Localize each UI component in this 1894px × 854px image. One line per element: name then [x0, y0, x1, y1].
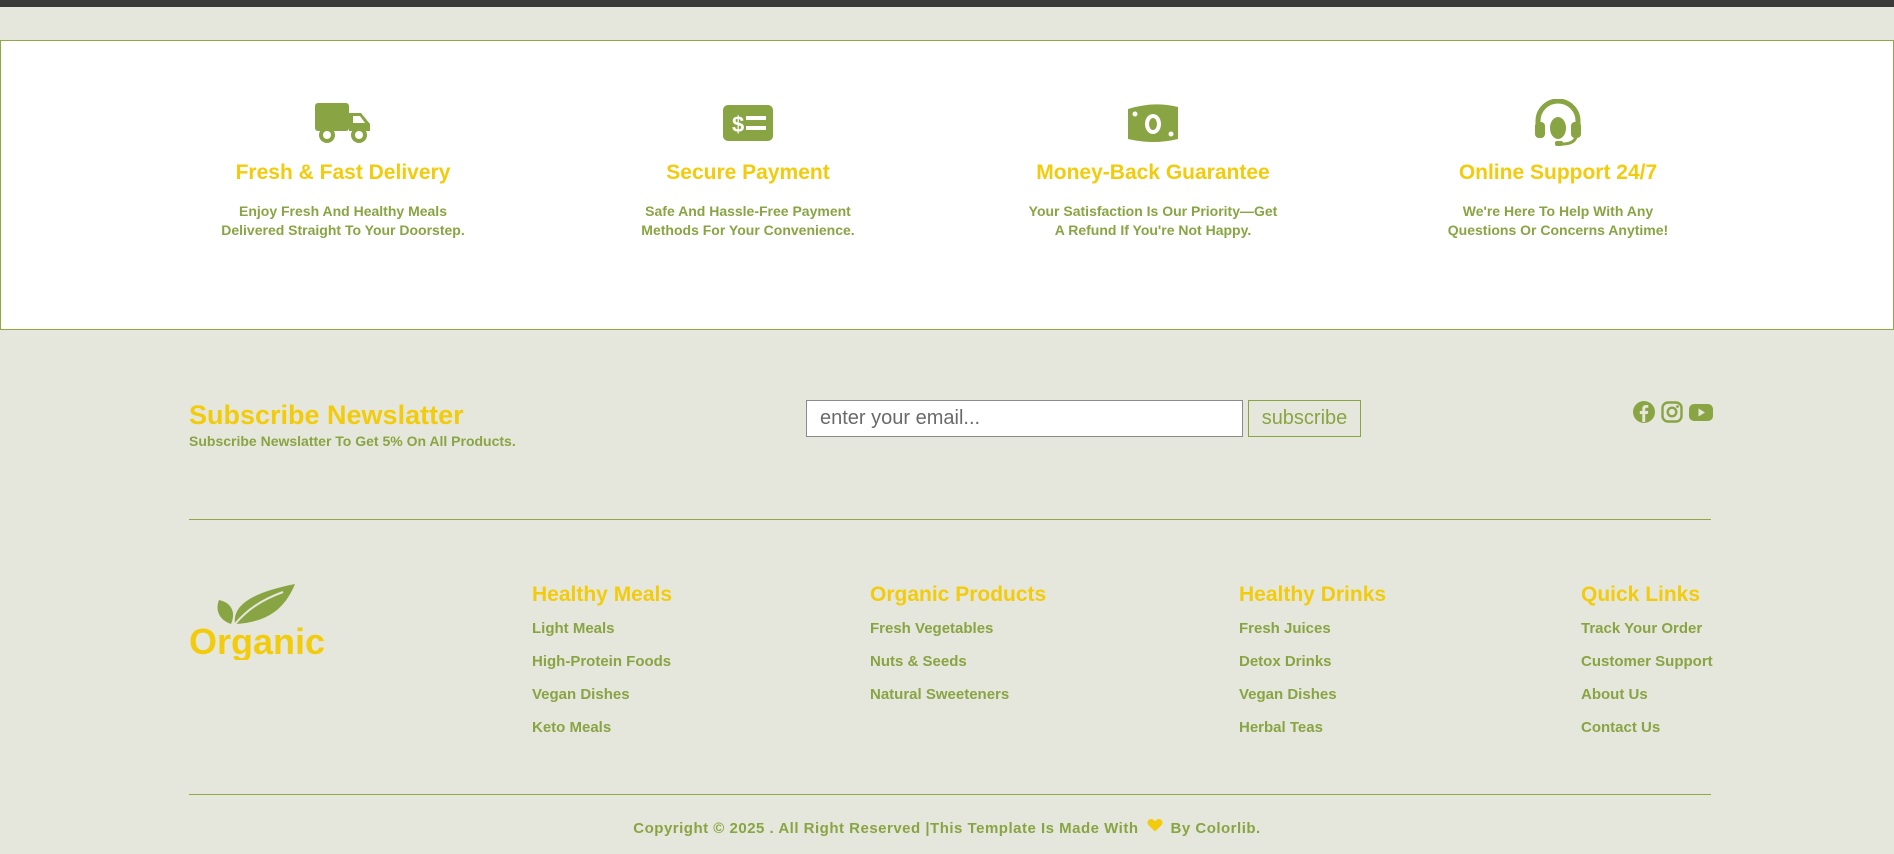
- social-links: [1632, 400, 1714, 424]
- feature-text: We're Here To Help With Any Questions Or …: [1447, 203, 1669, 238]
- feature-text: Your Satisfaction Is Our Priority—Get A R…: [1028, 203, 1278, 238]
- feature-support: Online Support 24/7 We're Here To Help W…: [1378, 99, 1738, 240]
- feature-payment: $ Secure Payment Safe And Hassle-Free Pa…: [568, 99, 928, 240]
- footer-link[interactable]: Nuts & Seeds: [870, 652, 1046, 685]
- footer-link[interactable]: Fresh Juices: [1239, 619, 1386, 652]
- copyright-credit: By Colorlib.: [1170, 820, 1261, 837]
- feature-text: Enjoy Fresh And Healthy Meals Delivered S…: [221, 203, 465, 238]
- footer-link[interactable]: Track Your Order: [1581, 619, 1713, 652]
- footer-link[interactable]: About Us: [1581, 685, 1713, 718]
- instagram-icon[interactable]: [1660, 400, 1684, 424]
- payment-card-icon: $: [723, 105, 773, 141]
- footer-column-quick-links: Quick Links Track Your Order Customer Su…: [1581, 583, 1713, 751]
- footer-link[interactable]: Natural Sweeteners: [870, 685, 1046, 718]
- feature-money-back: Money-Back Guarantee Your Satisfaction I…: [973, 99, 1333, 240]
- svg-text:$: $: [732, 112, 744, 137]
- feature-title: Online Support 24/7: [1458, 161, 1658, 184]
- column-title: Quick Links: [1581, 583, 1701, 606]
- copyright-text: Copyright © 2025 . All Right Reserved |T…: [633, 820, 1139, 837]
- footer-link[interactable]: Light Meals: [532, 619, 672, 652]
- footer-link[interactable]: Vegan Dishes: [532, 685, 672, 718]
- divider: [189, 794, 1711, 795]
- newsletter-title: Subscribe Newslatter: [189, 400, 464, 430]
- logo-text: Organic: [189, 621, 325, 660]
- youtube-icon[interactable]: [1688, 400, 1714, 424]
- footer-link[interactable]: Fresh Vegetables: [870, 619, 1046, 652]
- copyright: Copyright © 2025 . All Right Reserved |T…: [0, 818, 1894, 837]
- features-section: Fresh & Fast Delivery Enjoy Fresh And He…: [0, 40, 1894, 330]
- facebook-icon[interactable]: [1632, 400, 1656, 424]
- footer-link[interactable]: Contact Us: [1581, 718, 1713, 751]
- headset-icon: [1535, 99, 1581, 146]
- divider: [189, 519, 1711, 520]
- footer-link[interactable]: High-Protein Foods: [532, 652, 672, 685]
- logo[interactable]: Organic: [189, 580, 339, 662]
- feature-title: Fresh & Fast Delivery: [235, 161, 451, 184]
- footer-link[interactable]: Vegan Dishes: [1239, 685, 1386, 718]
- column-title: Healthy Drinks: [1239, 583, 1387, 606]
- footer-link[interactable]: Keto Meals: [532, 718, 672, 751]
- feature-delivery: Fresh & Fast Delivery Enjoy Fresh And He…: [163, 99, 523, 240]
- footer-column-healthy-drinks: Healthy Drinks Fresh Juices Detox Drinks…: [1239, 583, 1386, 751]
- feature-title: Money-Back Guarantee: [1036, 161, 1270, 184]
- footer-link[interactable]: Detox Drinks: [1239, 652, 1386, 685]
- leaf-logo-icon: Organic: [189, 584, 325, 662]
- footer-column-organic-products: Organic Products Fresh Vegetables Nuts &…: [870, 583, 1046, 718]
- subscribe-button[interactable]: subscribe: [1248, 400, 1361, 437]
- column-title: Healthy Meals: [532, 583, 673, 606]
- heart-icon: [1147, 818, 1162, 832]
- money-bill-icon: [1128, 104, 1178, 142]
- top-bar: [0, 0, 1894, 7]
- column-title: Organic Products: [870, 583, 1047, 606]
- feature-title: Secure Payment: [666, 161, 830, 184]
- truck-icon: [315, 103, 370, 143]
- feature-text: Safe And Hassle-Free Payment Methods For …: [641, 203, 855, 238]
- footer-link[interactable]: Herbal Teas: [1239, 718, 1386, 751]
- footer-column-healthy-meals: Healthy Meals Light Meals High-Protein F…: [532, 583, 672, 751]
- email-input[interactable]: [806, 400, 1243, 437]
- newsletter-subtitle: Subscribe Newslatter To Get 5% On All Pr…: [189, 433, 516, 449]
- footer-link[interactable]: Customer Support: [1581, 652, 1713, 685]
